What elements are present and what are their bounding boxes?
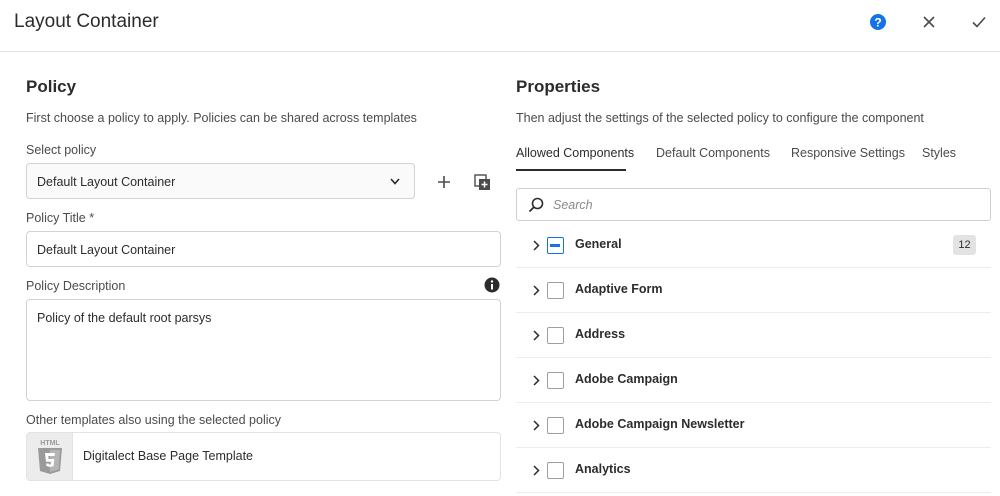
group-checkbox[interactable]	[547, 327, 564, 344]
template-thumbnail: HTML	[27, 433, 73, 480]
help-button[interactable]: ?	[868, 12, 888, 32]
group-checkbox[interactable]	[547, 462, 564, 479]
done-button[interactable]	[969, 12, 989, 32]
group-label: Adobe Campaign	[575, 372, 678, 386]
html-thumb-text: HTML	[40, 440, 60, 447]
component-group-row[interactable]: General 12	[516, 223, 991, 268]
group-label: Adaptive Form	[575, 282, 663, 296]
search-icon	[528, 197, 544, 213]
chevron-right-icon[interactable]	[530, 283, 542, 297]
policy-description-text: First choose a policy to apply. Policies…	[26, 111, 417, 125]
group-checkbox[interactable]	[547, 282, 564, 299]
group-label: Analytics	[575, 462, 631, 476]
group-label: Adobe Campaign Newsletter	[575, 417, 745, 431]
policy-title-field[interactable]: Default Layout Container	[26, 231, 501, 267]
chevron-right-icon[interactable]	[530, 463, 542, 477]
tab-allowed-components[interactable]: Allowed Components	[516, 146, 634, 160]
chevron-right-icon[interactable]	[530, 373, 542, 387]
policy-heading: Policy	[26, 77, 77, 96]
group-label: General	[575, 237, 622, 251]
component-group-row[interactable]: Adobe Campaign	[516, 358, 991, 403]
html5-icon: HTML	[37, 440, 62, 474]
template-card[interactable]: HTML Digitalect Base Page Template	[26, 432, 501, 481]
close-icon	[923, 16, 935, 28]
chevron-down-icon	[390, 178, 400, 185]
search-placeholder: Search	[553, 198, 593, 212]
group-label: Address	[575, 327, 626, 341]
close-button[interactable]	[919, 12, 939, 32]
dialog-title: Layout Container	[14, 11, 159, 32]
tab-default-components[interactable]: Default Components	[656, 146, 770, 160]
add-icon	[438, 176, 450, 188]
component-group-row[interactable]: Analytics	[516, 448, 991, 493]
component-group-row[interactable]: Address	[516, 313, 991, 358]
chevron-right-icon[interactable]	[530, 238, 542, 252]
duplicate-policy-button[interactable]	[472, 172, 492, 192]
duplicate-icon	[473, 173, 490, 190]
tab-styles[interactable]: Styles	[922, 146, 956, 160]
component-group-row[interactable]: Adobe Campaign Newsletter	[516, 403, 991, 448]
component-group-row[interactable]: Adaptive Form	[516, 268, 991, 313]
active-tab-indicator	[516, 169, 626, 171]
policy-title-label: Policy Title *	[26, 211, 95, 225]
select-policy-label: Select policy	[26, 143, 97, 157]
checkmark-icon	[972, 16, 986, 28]
select-policy-dropdown[interactable]: Default Layout Container	[26, 163, 415, 199]
select-policy-value: Default Layout Container	[37, 175, 176, 189]
group-count-badge: 12	[953, 235, 976, 255]
group-checkbox[interactable]	[547, 417, 564, 434]
tab-responsive-settings[interactable]: Responsive Settings	[791, 146, 905, 160]
chevron-right-icon[interactable]	[530, 328, 542, 342]
add-policy-button[interactable]	[434, 172, 454, 192]
group-checkbox[interactable]	[547, 372, 564, 389]
dialog-header: Layout Container ?	[0, 0, 1000, 52]
info-icon[interactable]	[484, 277, 500, 293]
policy-title-value: Default Layout Container	[37, 243, 176, 257]
policy-description-label: Policy Description	[26, 279, 126, 293]
help-icon: ?	[870, 14, 886, 30]
properties-tabs: Allowed Components Default Components Re…	[516, 138, 991, 172]
chevron-right-icon[interactable]	[530, 418, 542, 432]
svg-text:?: ?	[874, 16, 881, 30]
templates-using-policy-label: Other templates also using the selected …	[26, 413, 281, 427]
component-search-input[interactable]: Search	[516, 188, 991, 221]
properties-description-text: Then adjust the settings of the selected…	[516, 111, 924, 125]
policy-description-value: Policy of the default root parsys	[37, 311, 212, 325]
policy-description-field[interactable]: Policy of the default root parsys	[26, 299, 501, 401]
properties-heading: Properties	[516, 77, 601, 96]
group-checkbox[interactable]	[547, 237, 564, 254]
template-name: Digitalect Base Page Template	[83, 449, 254, 463]
